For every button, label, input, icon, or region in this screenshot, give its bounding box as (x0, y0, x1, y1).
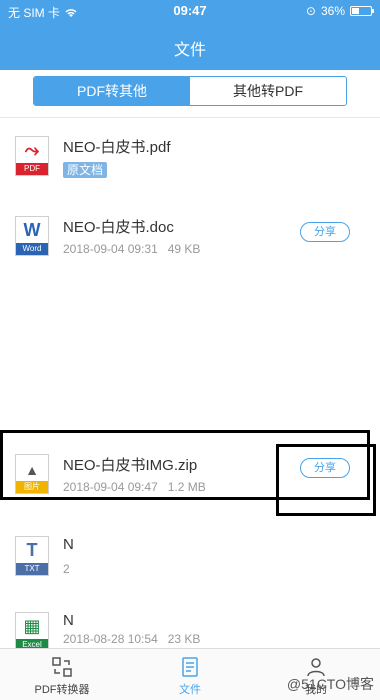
tab-pdf-converter[interactable]: PDF转换器 (22, 655, 102, 697)
divider (0, 117, 380, 118)
segment-bar: PDF转其他 其他转PDF (0, 70, 380, 118)
txt-icon: T TXT (15, 536, 49, 576)
file-item-pdf[interactable]: ⤳ PDF NEO-白皮书.pdf 原文档 (0, 128, 380, 200)
file-meta: 2 (63, 562, 70, 576)
tab-pdf-to-other[interactable]: PDF转其他 (34, 77, 190, 105)
file-name: N (63, 612, 74, 629)
redaction-mask (78, 534, 354, 632)
app-header: 无 SIM 卡 09:47 ⊙ 36% 文件 (0, 0, 380, 70)
file-item-doc[interactable]: W Word NEO-白皮书.doc 2018-09-04 09:31 49 K… (0, 208, 380, 280)
segmented-control: PDF转其他 其他转PDF (33, 76, 347, 106)
share-button[interactable]: 分享 (300, 222, 350, 242)
original-doc-badge: 原文档 (63, 162, 108, 178)
file-name: NEO-白皮书.pdf (63, 139, 171, 156)
tab-label: PDF转换器 (34, 684, 90, 696)
battery-percent: 36% (320, 4, 345, 18)
pdf-icon: ⤳ PDF (15, 136, 49, 176)
rotation-lock-icon: ⊙ (305, 4, 316, 18)
battery-icon (350, 6, 374, 16)
file-name: NEO-白皮书.doc (63, 219, 174, 236)
tab-other-to-pdf[interactable]: 其他转PDF (190, 77, 346, 105)
file-icon (182, 657, 198, 677)
excel-icon: ▦ Excel (15, 612, 49, 652)
file-meta: 2018-08-28 10:54 23 KB (63, 632, 201, 646)
word-icon: W Word (15, 216, 49, 256)
file-name: N (63, 536, 74, 553)
status-bar: 无 SIM 卡 09:47 ⊙ 36% (0, 0, 380, 22)
watermark-text: @51CTO博客 (286, 676, 374, 692)
tab-label: 文件 (179, 684, 201, 696)
tab-files[interactable]: 文件 (150, 655, 230, 697)
converter-icon (52, 657, 72, 677)
file-meta: 2018-09-04 09:31 49 KB (63, 242, 201, 256)
redaction-mask (8, 280, 360, 422)
page-title: 文件 (173, 42, 206, 59)
annotation-box-share (276, 444, 376, 516)
